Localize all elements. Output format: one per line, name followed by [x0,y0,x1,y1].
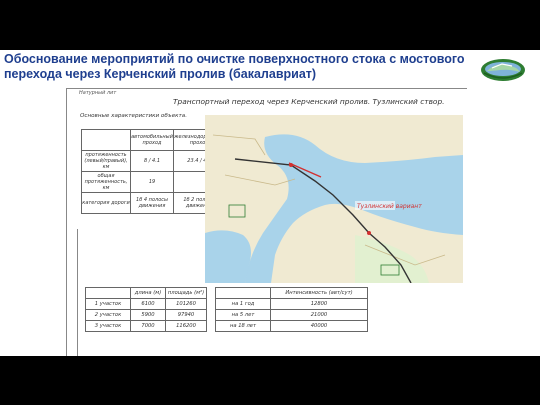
slide-title: Обоснование мероприятий по очистке повер… [4,52,465,81]
table-row: 2 участок 5900 97940 [85,309,207,321]
length-row-length: 5900 [130,309,166,321]
length-table: длина (м) площадь (м²) 1 участок 6100 10… [85,287,207,332]
table-row: 1 участок 6100 101260 [85,298,207,310]
traffic-row-period: на 5 лет [215,309,271,321]
slide-body: Натурный лит Транспортный переход через … [0,88,540,357]
length-header-length: длина (м) [130,287,166,299]
traffic-row-value: 21000 [270,309,368,321]
table-row: категория дороги 1б 4 полосы движения 1б… [81,192,226,214]
traffic-header-intensity: Интенсивность (авт/сут) [270,287,368,299]
title-block-strip [67,229,78,357]
table-row: общая протяженность, км 19 [81,171,226,193]
length-row-length: 6100 [130,298,166,310]
traffic-row-period: на 18 лет [215,320,271,332]
drawing-stamp: Натурный лит [79,90,117,96]
length-header-area: площадь (м²) [165,287,207,299]
table-row: 3 участок 7000 116200 [85,320,207,332]
specs-row-auto: 8 / 4.1 [130,150,174,172]
specs-header-empty [81,129,131,151]
slide-header: Обоснование мероприятий по очистке повер… [0,50,540,88]
traffic-table: Интенсивность (авт/сут) на 1 год 12800 н… [215,287,368,332]
table-row: протяженность (левый/правый), км 8 / 4.1… [81,150,226,172]
drawing-title: Транспортный переход через Керченский пр… [173,97,445,106]
length-row-section: 2 участок [85,309,131,321]
map-variant-label: Тузлинский вариант [357,203,422,210]
bottom-black-bar [0,356,540,405]
length-row-section: 3 участок [85,320,131,332]
length-row-area: 101260 [165,298,207,310]
engineering-drawing: Натурный лит Транспортный переход через … [66,88,467,357]
top-black-bar [0,0,540,50]
specs-row-label: категория дороги [81,192,131,214]
table-row: на 18 лет 40000 [215,320,368,332]
traffic-header-empty [215,287,271,299]
length-row-area: 97940 [165,309,207,321]
traffic-row-value: 40000 [270,320,368,332]
table-row: на 1 год 12800 [215,298,368,310]
length-row-section: 1 участок [85,298,131,310]
length-row-length: 7000 [130,320,166,332]
university-logo-icon [478,53,528,85]
length-row-area: 116200 [165,320,207,332]
site-map: Тузлинский вариант [205,115,463,283]
specs-header-auto: автомобильный проход [130,129,174,151]
specs-table: автомобильный проход железнодорожный про… [81,129,226,214]
traffic-row-value: 12800 [270,298,368,310]
table-row: на 5 лет 21000 [215,309,368,321]
traffic-row-period: на 1 год [215,298,271,310]
specs-row-auto: 1б 4 полосы движения [130,192,174,214]
specs-row-label: общая протяженность, км [81,171,131,193]
specs-row-label: протяженность (левый/правый), км [81,150,131,172]
specs-row-auto: 19 [130,171,174,193]
length-header-empty [85,287,131,299]
characteristics-heading: Основные характеристики объекта. [80,113,187,119]
